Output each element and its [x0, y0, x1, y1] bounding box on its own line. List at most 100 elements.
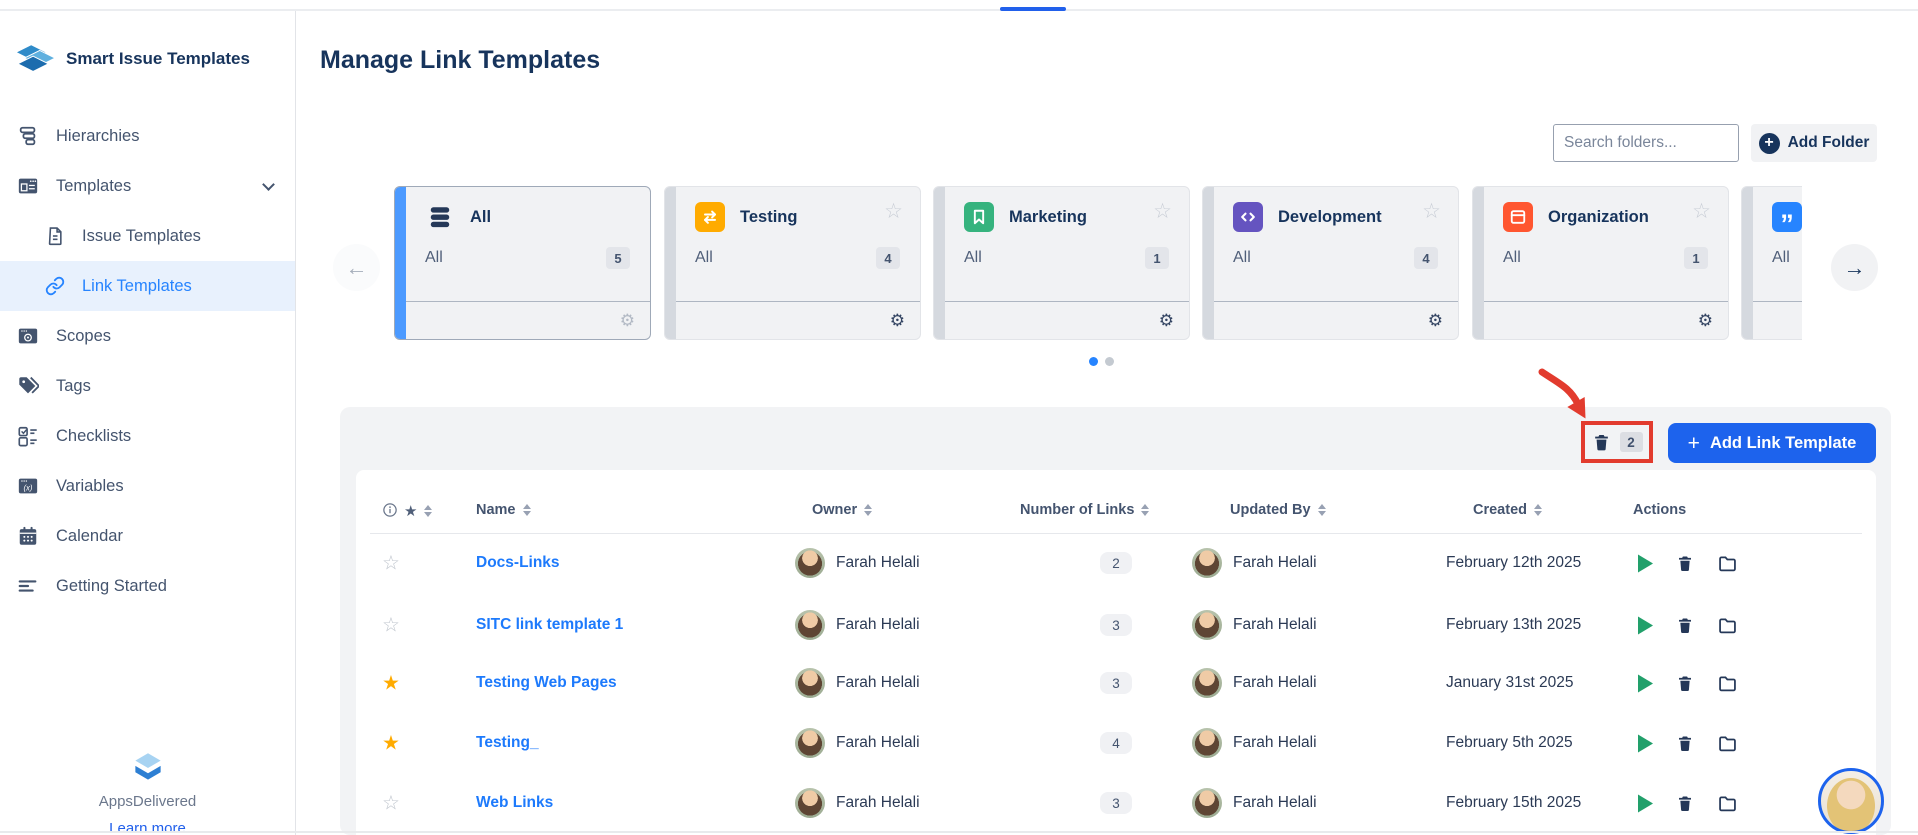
folder-card-marketing[interactable]: Marketing ☆ All 1 ⚙: [933, 186, 1190, 340]
bookmark-icon: [964, 202, 994, 232]
top-progress-bar: [1000, 7, 1066, 11]
avatar: [795, 668, 825, 698]
row-actions: [1638, 673, 1738, 694]
folder-card-organization[interactable]: Organization ☆ All 1 ⚙: [1472, 186, 1729, 340]
row-actions: [1638, 733, 1738, 754]
gear-icon[interactable]: ⚙: [1159, 312, 1174, 329]
template-name-link[interactable]: SITC link template 1: [476, 616, 623, 634]
column-header-created[interactable]: Created: [1473, 502, 1542, 518]
column-header-name[interactable]: Name: [476, 502, 531, 518]
folder-card-all[interactable]: All All 5 ⚙: [394, 186, 651, 340]
pagination-dot[interactable]: [1105, 357, 1114, 366]
variable-icon: (x): [17, 475, 39, 497]
table-row: Web Links Farah Helali 3 Farah Helali Fe…: [370, 774, 1862, 832]
apply-template-icon[interactable]: [1638, 554, 1653, 572]
folder-card-testing[interactable]: Testing ☆ All 4 ⚙: [664, 186, 921, 340]
swap-arrows-icon: [695, 202, 725, 232]
delete-icon[interactable]: [1676, 674, 1694, 692]
apply-template-icon[interactable]: [1638, 794, 1653, 812]
delete-icon[interactable]: [1676, 616, 1694, 634]
star-icon[interactable]: [382, 551, 400, 576]
star-icon[interactable]: [382, 613, 400, 638]
add-link-template-button[interactable]: + Add Link Template: [1668, 423, 1876, 463]
add-folder-button[interactable]: + Add Folder: [1751, 124, 1877, 162]
sidebar-item-variables[interactable]: (x) Variables: [0, 461, 295, 511]
folder-name: Marketing: [1009, 208, 1087, 227]
gear-icon[interactable]: ⚙: [890, 312, 905, 329]
column-header-owner[interactable]: Owner: [812, 502, 872, 518]
star-icon[interactable]: [382, 731, 400, 756]
move-to-folder-icon[interactable]: [1717, 673, 1738, 694]
calendar-icon: [1503, 202, 1533, 232]
row-actions: [1638, 615, 1738, 636]
text-lines-icon: [17, 575, 39, 597]
document-icon: [45, 226, 65, 246]
hierarchy-icon: [17, 125, 39, 147]
sidebar-item-getting-started[interactable]: Getting Started: [0, 561, 295, 611]
star-icon: ★: [404, 502, 417, 520]
bulk-delete-button[interactable]: 2: [1581, 421, 1653, 463]
template-name-link[interactable]: Web Links: [476, 794, 553, 812]
card-stripe: [934, 187, 945, 339]
folder-card-clipped[interactable]: ” ☆ All ⚙: [1741, 186, 1802, 340]
chevron-down-icon[interactable]: [262, 178, 275, 191]
template-name-link[interactable]: Testing_: [476, 734, 539, 752]
app-logo-icon: [14, 41, 56, 77]
card-stripe: [1473, 187, 1484, 339]
sidebar-item-scopes[interactable]: Scopes: [0, 311, 295, 361]
owner-cell: Farah Helali: [795, 668, 920, 698]
apply-template-icon[interactable]: [1638, 674, 1653, 692]
sidebar-item-issue-templates[interactable]: Issue Templates: [0, 211, 295, 261]
appsdelivered-logo-icon: [0, 751, 295, 785]
table-row: SITC link template 1 Farah Helali 3 Fara…: [370, 596, 1862, 654]
sidebar: Smart Issue Templates Hierarchies: [0, 11, 296, 835]
created-date: February 12th 2025: [1446, 554, 1581, 572]
sidebar-item-calendar[interactable]: Calendar: [0, 511, 295, 561]
star-icon[interactable]: ☆: [1422, 199, 1441, 224]
row-actions: [1638, 793, 1738, 814]
appsdelivered-brand: AppsDelivered: [0, 793, 295, 810]
sidebar-item-checklists[interactable]: Checklists: [0, 411, 295, 461]
star-icon[interactable]: ☆: [884, 199, 903, 224]
delete-icon[interactable]: [1676, 794, 1694, 812]
avatar: [795, 548, 825, 578]
links-count-badge: 3: [1100, 672, 1132, 694]
gear-icon[interactable]: ⚙: [1428, 312, 1443, 329]
template-name-link[interactable]: Docs-Links: [476, 554, 560, 572]
sidebar-item-link-templates[interactable]: Link Templates: [0, 261, 295, 311]
pagination-dot[interactable]: [1089, 357, 1098, 366]
search-folders-input[interactable]: [1553, 124, 1739, 162]
sidebar-item-hierarchies[interactable]: Hierarchies: [0, 111, 295, 161]
sidebar-item-templates[interactable]: Templates: [0, 161, 295, 211]
avatar: [1192, 788, 1222, 818]
apply-template-icon[interactable]: [1638, 616, 1653, 634]
move-to-folder-icon[interactable]: [1717, 615, 1738, 636]
sidebar-item-tags[interactable]: Tags: [0, 361, 295, 411]
owner-cell: Farah Helali: [795, 728, 920, 758]
star-column-header[interactable]: ★: [404, 502, 432, 520]
updated-by-cell: Farah Helali: [1192, 668, 1317, 698]
apply-template-icon[interactable]: [1638, 734, 1653, 752]
move-to-folder-icon[interactable]: [1717, 793, 1738, 814]
created-date: February 13th 2025: [1446, 616, 1581, 634]
gear-icon[interactable]: ⚙: [1698, 312, 1713, 329]
carousel-pagination: [1089, 357, 1114, 366]
star-icon[interactable]: [382, 791, 400, 816]
star-icon[interactable]: ☆: [1153, 199, 1172, 224]
star-icon[interactable]: [382, 671, 400, 696]
carousel-prev-button[interactable]: ←: [333, 244, 380, 291]
folder-card-development[interactable]: Development ☆ All 4 ⚙: [1202, 186, 1459, 340]
column-header-number-of-links[interactable]: Number of Links: [1020, 502, 1149, 518]
star-icon[interactable]: ☆: [1692, 199, 1711, 224]
delete-icon[interactable]: [1676, 734, 1694, 752]
support-chat-avatar[interactable]: [1818, 768, 1884, 834]
carousel-next-button[interactable]: →: [1831, 244, 1878, 291]
move-to-folder-icon[interactable]: [1717, 553, 1738, 574]
template-name-link[interactable]: Testing Web Pages: [476, 674, 617, 692]
scope-target-icon: [17, 325, 39, 347]
gear-icon[interactable]: ⚙: [620, 312, 635, 329]
move-to-folder-icon[interactable]: [1717, 733, 1738, 754]
delete-icon[interactable]: [1676, 554, 1694, 572]
avatar: [795, 788, 825, 818]
column-header-updated-by[interactable]: Updated By: [1230, 502, 1326, 518]
